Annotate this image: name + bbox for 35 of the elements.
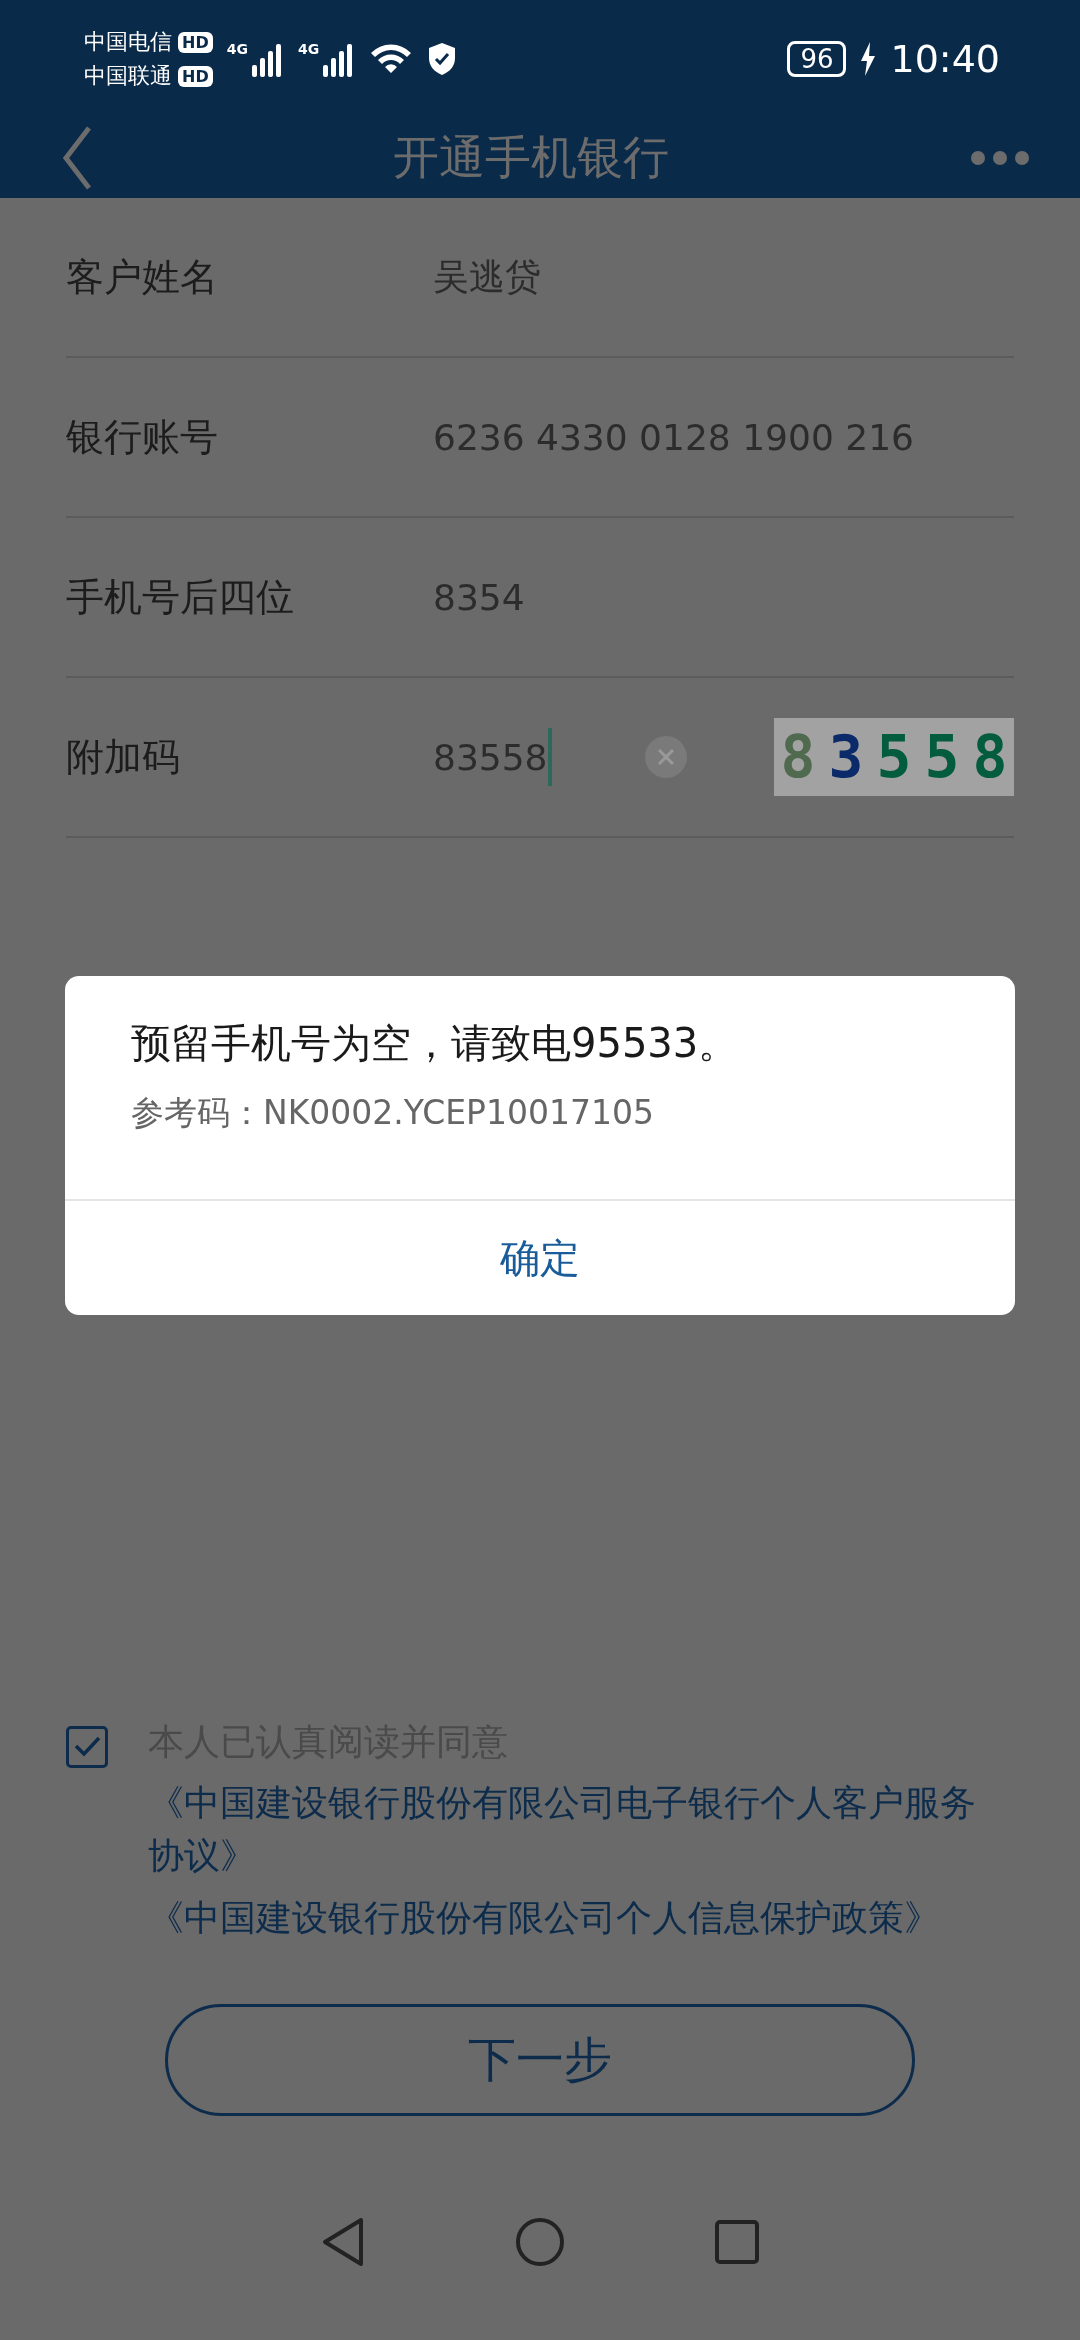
network-type: 4G (297, 41, 320, 57)
field-value: 6236 4330 0128 1900 216 (433, 416, 914, 458)
signal-icon (249, 41, 284, 77)
back-icon[interactable] (62, 125, 92, 191)
page-title: 开通手机银行 (392, 129, 670, 186)
field-label: 附加码 (66, 733, 181, 781)
home-nav-icon[interactable] (515, 2217, 565, 2267)
agreement-link[interactable]: 《中国建设银行股份有限公司个人信息保护政策》 (148, 1891, 998, 1944)
field-value: 吴逃贷 (433, 254, 541, 299)
hd-badge: HD (178, 65, 213, 87)
carrier-name: 中国电信 (84, 28, 172, 56)
field-value: 8354 (433, 576, 525, 618)
charging-icon (860, 42, 877, 76)
captcha-input[interactable]: 83558 (433, 728, 552, 786)
field-label: 手机号后四位 (66, 573, 295, 621)
field-label: 客户姓名 (66, 253, 219, 301)
battery-level: 96 (787, 41, 847, 77)
confirm-button[interactable]: 确定 (65, 1201, 1015, 1315)
back-nav-icon[interactable] (321, 2217, 365, 2267)
network-type: 4G (226, 41, 248, 57)
clock-time: 10:40 (890, 37, 1000, 81)
agreement-link[interactable]: 《中国建设银行股份有限公司电子银行个人客户服务协议》 (148, 1777, 998, 1882)
reference-code: 参考码：NK0002.YCEP10017105 (131, 1092, 655, 1134)
check-icon (73, 1736, 101, 1759)
agreement-checkbox[interactable] (66, 1726, 108, 1769)
shield-icon (427, 41, 458, 77)
recents-nav-icon[interactable] (715, 2220, 759, 2264)
more-icon[interactable] (970, 150, 1030, 166)
carrier-name: 中国联通 (84, 62, 172, 90)
hd-badge: HD (178, 31, 213, 53)
field-label: 银行账号 (66, 413, 219, 461)
next-button[interactable]: 下一步 (165, 2004, 915, 2116)
dialog-message: 预留手机号为空，请致电95533。 (131, 1019, 740, 1068)
captcha-image[interactable]: 8 3 5 5 8 (774, 718, 1014, 796)
clear-icon[interactable] (643, 735, 688, 779)
